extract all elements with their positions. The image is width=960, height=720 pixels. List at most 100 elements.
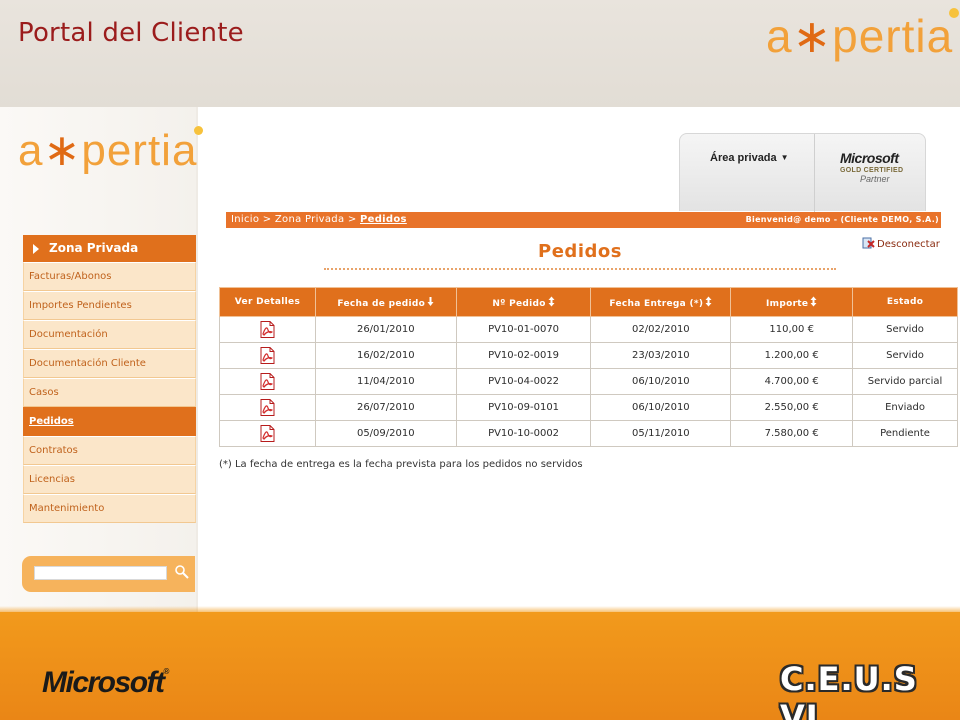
column-header: Ver Detalles (219, 287, 316, 317)
column-header-label: Estado (886, 297, 924, 307)
column-header-label: Importe (766, 298, 809, 309)
column-header-sortable[interactable]: Fecha Entrega (*) (590, 287, 732, 317)
sort-both-icon[interactable] (705, 296, 712, 307)
ms-gold-partner-badge: Microsoft GOLD CERTIFIED Partner (840, 150, 903, 184)
microsoft-logo-text: Microsoft (42, 666, 165, 699)
private-area-label: Área privada (710, 152, 777, 164)
column-header-sortable[interactable]: Nº Pedido (455, 287, 592, 317)
logo-text: pertia (81, 126, 198, 175)
chevron-down-icon: ▼ (780, 153, 789, 162)
axpertia-logo-sidebar[interactable]: a∗pertia (18, 124, 204, 178)
delivery-date-cell: 02/02/2010 (590, 316, 732, 343)
sidebar-item-mantenimiento[interactable]: Mantenimiento (23, 494, 196, 523)
breadcrumb-path: Inicio > Zona Privada > Pedidos (231, 212, 407, 228)
table-row: 26/01/2010 PV10-01-0070 02/02/2010 110,0… (219, 316, 958, 343)
details-cell (219, 342, 316, 369)
partner-brand: Microsoft (840, 150, 899, 166)
amount-cell: 1.200,00 € (730, 342, 854, 369)
logo-dot-icon (194, 126, 204, 135)
status-cell: Servido (852, 316, 958, 343)
table-row: 26/07/2010 PV10-09-0101 06/10/2010 2.550… (219, 394, 958, 421)
menu-header-label: Zona Privada (49, 241, 139, 255)
order-date-cell: 11/04/2010 (314, 368, 457, 395)
sidebar-item-contratos[interactable]: Contratos (23, 436, 196, 465)
sidebar-item-licencias[interactable]: Licencias (23, 465, 196, 494)
sidebar-item-importes-pendientes[interactable]: Importes Pendientes (23, 291, 196, 320)
details-cell (219, 316, 316, 343)
microsoft-logo: Microsoft® (42, 666, 169, 700)
logo-text: a (766, 10, 793, 62)
slide-title: Portal del Cliente (18, 18, 244, 48)
logo-text: ∗ (43, 126, 82, 175)
partner-level: GOLD CERTIFIED (840, 167, 904, 174)
sidebar-item-documentacion-cliente[interactable]: Documentación Cliente (23, 349, 196, 378)
search-box (22, 556, 195, 592)
order-date-cell: 05/09/2010 (314, 420, 457, 447)
status-cell: Servido parcial (852, 368, 958, 395)
details-cell (219, 420, 316, 447)
details-cell (219, 368, 316, 395)
delivery-date-cell: 06/10/2010 (590, 368, 732, 395)
registered-mark: ® (163, 667, 170, 676)
disconnect-link[interactable]: Desconectar (862, 237, 940, 250)
private-area-panel: Área privada ▼ Microsoft GOLD CERTIFIED P… (679, 133, 926, 212)
sort-both-icon[interactable] (548, 296, 555, 307)
table-row: 11/04/2010 PV10-04-0022 06/10/2010 4.700… (219, 368, 958, 395)
amount-cell: 4.700,00 € (730, 368, 854, 395)
ceus-logo: C.E.U.S VI (780, 660, 918, 720)
logo-text: pertia (832, 10, 954, 62)
pdf-icon[interactable] (260, 399, 275, 416)
sidebar-item-pedidos[interactable]: Pedidos (23, 407, 196, 436)
divider (814, 134, 815, 212)
order-date-cell: 16/02/2010 (314, 342, 457, 369)
sort-down-icon[interactable] (427, 296, 434, 307)
order-number-cell: PV10-04-0022 (455, 368, 592, 395)
details-cell (219, 394, 316, 421)
private-area-dropdown[interactable]: Área privada ▼ (710, 152, 789, 164)
order-number-cell: PV10-09-0101 (455, 394, 592, 421)
sidebar-item-casos[interactable]: Casos (23, 378, 196, 407)
order-number-cell: PV10-01-0070 (455, 316, 592, 343)
disconnect-label: Desconectar (877, 239, 940, 250)
column-header-label: Nº Pedido (492, 298, 546, 309)
order-date-cell: 26/07/2010 (314, 394, 457, 421)
breadcrumb-current[interactable]: Pedidos (360, 214, 407, 225)
search-icon[interactable] (174, 564, 190, 580)
delivery-date-footnote: (*) La fecha de entrega es la fecha prev… (219, 459, 583, 470)
logo-text: a (18, 126, 44, 175)
column-header-label: Fecha de pedido (337, 298, 426, 309)
column-header-sortable[interactable]: Fecha de pedido (314, 287, 457, 317)
column-header-label: Ver Detalles (234, 297, 301, 307)
status-cell: Servido (852, 342, 958, 369)
delivery-date-cell: 05/11/2010 (590, 420, 732, 447)
orders-table: Ver Detalles Fecha de pedido Nº Pedido F… (219, 287, 958, 447)
sort-both-icon[interactable] (810, 296, 817, 307)
amount-cell: 110,00 € (730, 316, 854, 343)
menu-header-zona-privada[interactable]: Zona Privada (23, 235, 196, 262)
pdf-icon[interactable] (260, 321, 275, 338)
column-header-label: Fecha Entrega (*) (609, 298, 704, 309)
sidebar-item-documentacion[interactable]: Documentación (23, 320, 196, 349)
axpertia-logo: a∗pertia (766, 8, 960, 64)
column-header: Estado (852, 287, 958, 317)
order-number-cell: PV10-02-0019 (455, 342, 592, 369)
column-header-sortable[interactable]: Importe (730, 287, 854, 317)
partner-label: Partner (860, 174, 890, 184)
triangle-right-icon (33, 244, 39, 254)
pdf-icon[interactable] (260, 347, 275, 364)
breadcrumb: Inicio > Zona Privada > Pedidos Bienveni… (226, 212, 941, 228)
table-header-row: Ver Detalles Fecha de pedido Nº Pedido F… (219, 287, 958, 317)
status-cell: Pendiente (852, 420, 958, 447)
delivery-date-cell: 06/10/2010 (590, 394, 732, 421)
amount-cell: 7.580,00 € (730, 420, 854, 447)
breadcrumb-links[interactable]: Inicio > Zona Privada > (231, 214, 360, 225)
table-row: 05/09/2010 PV10-10-0002 05/11/2010 7.580… (219, 420, 958, 447)
search-input[interactable] (34, 566, 167, 580)
pdf-icon[interactable] (260, 373, 275, 390)
sidebar-item-facturas[interactable]: Facturas/Abonos (23, 262, 196, 291)
page-title: Pedidos (538, 241, 622, 262)
logo-text: ∗ (792, 10, 833, 62)
pdf-icon[interactable] (260, 425, 275, 442)
table-row: 16/02/2010 PV10-02-0019 23/03/2010 1.200… (219, 342, 958, 369)
disconnect-icon (862, 237, 875, 249)
